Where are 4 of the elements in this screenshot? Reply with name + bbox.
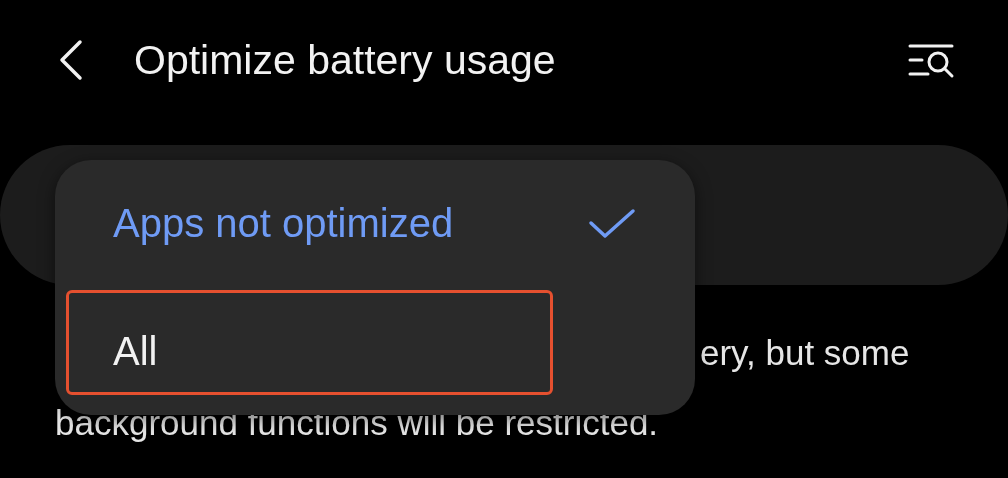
- description-text: ery, but some: [700, 332, 911, 374]
- check-icon: [587, 206, 637, 241]
- menu-item[interactable]: Apps not optimized: [55, 160, 695, 288]
- page-title: Optimize battery usage: [134, 36, 557, 84]
